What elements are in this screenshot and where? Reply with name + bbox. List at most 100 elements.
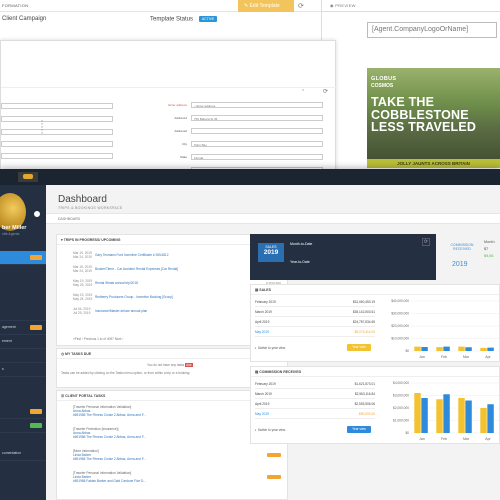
commission-value: $2,563,116.84: [354, 392, 375, 396]
sidebar-item-1[interactable]: [0, 307, 46, 321]
sidebar-item-2[interactable]: agement: [0, 321, 46, 335]
sales-switch-label: Switch to year view.: [257, 346, 286, 350]
sidebar-item-3[interactable]: ement: [0, 335, 46, 349]
address2-input[interactable]: [191, 128, 323, 134]
list-item[interactable]: [Traveler Personal Information Validatio…: [73, 471, 283, 483]
chart-bar[interactable]: [421, 347, 428, 351]
preview-header: ◉ PREVIEW: [322, 0, 500, 12]
y-tick-label: $3,000,000: [393, 394, 409, 398]
sidebar-badge: [30, 325, 42, 330]
sidebar-item-6[interactable]: [0, 405, 46, 419]
chart-bar[interactable]: [465, 400, 472, 434]
trip-title[interactable]: Booker/Tierre - Car Accident Rental Expe…: [95, 267, 178, 271]
x-tick-label: Mar: [463, 437, 470, 441]
chart-bar[interactable]: [443, 394, 450, 433]
address1-label: Address1: [174, 116, 187, 120]
commission-switch[interactable]: ◐ Switch to year view.: [255, 428, 286, 432]
chart-bar[interactable]: [480, 408, 487, 433]
portal-trip[interactable]: #691986 The Fitness Cruise 2 Abbas, Arma…: [73, 457, 283, 461]
city-input[interactable]: Palm Bay: [191, 141, 323, 147]
sales-year-value: 2019: [263, 249, 279, 256]
address-search-value: Enter address: [196, 104, 216, 108]
portal-trip[interactable]: #691986 Fabian Barker and Gabi Cardone F…: [73, 479, 283, 483]
y-tick-label: $10,000,000: [391, 337, 409, 341]
address-search-input[interactable]: ⌕ Enter address: [191, 102, 323, 108]
trip-dates: May 19, 2019 May 24, 2019: [73, 293, 93, 301]
sidebar-item-8[interactable]: cumentation: [0, 447, 46, 461]
x-tick-label: Feb: [441, 355, 447, 359]
address1-input[interactable]: 750 Bahara St 36: [191, 115, 323, 121]
tasks-hint: Tasks can be added by clicking on the Ta…: [61, 371, 190, 375]
commission-card: ▤ COMMISSION RECEIVED February 2019 $1,62…: [250, 366, 500, 444]
page-title: Dashboard: [58, 194, 107, 205]
commission-value: $2,553,506.06: [354, 402, 375, 406]
commission-month: April 2019: [255, 402, 270, 406]
page-subtitle: TRIPS & BOOKINGS WORKSPACE: [58, 206, 123, 210]
refresh-icon[interactable]: ⟳: [298, 2, 304, 10]
list-item[interactable]: [More information] Linda Barker #691986 Th…: [73, 449, 283, 461]
ad-brand-cosmos: COSMOS: [371, 83, 394, 89]
sales-year-view-button[interactable]: Year view: [347, 344, 371, 351]
sidebar-item-5[interactable]: s: [0, 363, 46, 377]
sidebar-item-0[interactable]: [0, 251, 46, 265]
left-field-1[interactable]: [1, 103, 113, 109]
trips-title: TRIPS IN PROGRESS/ UPCOMING: [63, 238, 121, 242]
chart-bar[interactable]: [487, 347, 494, 351]
ad-footer: JOLLY JAUNTS ACROSS BRITAIN: [367, 159, 500, 168]
table-row: February 2019 $1,621,873.01: [255, 381, 375, 389]
dashboard-window: ber Miller ntle Agents agement ement s c…: [0, 169, 500, 500]
refresh-icon[interactable]: ⟳: [323, 88, 328, 95]
chevron-up-icon[interactable]: ⌃: [301, 89, 305, 95]
trip-title[interactable]: Rental Whats annual trip/2018: [95, 281, 138, 285]
table-row: April 2019 $24,787,834.65: [255, 319, 375, 327]
trip-title[interactable]: Insurance/Master deluxe annual plan: [95, 309, 147, 313]
chart-bar[interactable]: [436, 347, 443, 351]
tasks-empty-text: You do not have any tasks: [147, 363, 185, 367]
chart-bar[interactable]: [414, 393, 421, 433]
user-role: ntle Agents: [2, 232, 20, 236]
commission-label: COMMISSION RECEIVED: [450, 243, 474, 251]
main-content: Dashboard TRIPS & BOOKINGS WORKSPACE DAS…: [46, 185, 500, 500]
chart-bar[interactable]: [458, 346, 465, 351]
settings-toggle-icon[interactable]: [33, 210, 41, 218]
client-campaign-label: Client Campaign: [2, 16, 47, 22]
chart-bar[interactable]: [436, 399, 443, 433]
sales-month: April 2019: [255, 320, 270, 324]
trip-title[interactable]: Gary Teomans Ford Incentive Certificate …: [95, 253, 168, 257]
sidebar-item-4[interactable]: [0, 349, 46, 363]
chart-bar[interactable]: [443, 346, 450, 351]
divider: [1, 87, 337, 88]
trips-pager[interactable]: «First ‹ Previous 1 to of 4097 Next ›: [73, 337, 123, 341]
chart-bar[interactable]: [487, 404, 494, 433]
ad-headline-line1: TAKE THE: [371, 95, 435, 109]
chart-bar[interactable]: [421, 398, 428, 433]
commission-value: $50,000.00: [359, 412, 375, 416]
table-row: April 2019 $2,553,506.06: [255, 401, 375, 409]
edit-template-button[interactable]: ✎ Edit Template: [238, 0, 294, 12]
state-select[interactable]: Florida: [191, 154, 323, 160]
refresh-icon[interactable]: ⟳: [422, 238, 430, 246]
chart-bar[interactable]: [458, 398, 465, 433]
sales-value: $24,787,834.65: [352, 320, 375, 324]
sales-value: $35,142,803.61: [352, 310, 375, 314]
trip-title[interactable]: Redberry Producers Group - Incentive Boo…: [95, 295, 173, 299]
sidebar-item-label: ement: [2, 339, 12, 343]
chart-bar[interactable]: [465, 347, 472, 351]
commission-value-2: $9,66: [484, 254, 494, 258]
commission-year-view-button[interactable]: Year view: [347, 426, 371, 433]
chart-bar[interactable]: [414, 346, 421, 351]
trip-dates: Jul 04, 2019 Jul 29, 2019: [73, 307, 91, 315]
ad-banner: GLOBUS COSMOS TAKE THE COBBLESTONE LESS …: [367, 68, 500, 168]
sales-switch[interactable]: ◐ Switch to year view.: [255, 346, 286, 350]
sidebar-item-7[interactable]: [0, 419, 46, 433]
status-badge: [267, 453, 281, 457]
table-row: February 2019 $31,060,453.19: [255, 299, 375, 307]
sales-value: $31,060,453.19: [352, 300, 375, 304]
left-field-5[interactable]: [1, 153, 113, 159]
sales-card: ▤ SALES February 2019 $31,060,453.19 Marc…: [250, 284, 500, 362]
left-field-4[interactable]: [1, 141, 113, 147]
chart-bar[interactable]: [480, 347, 487, 351]
x-tick-label: Apr: [485, 355, 491, 359]
table-row: May 2019 $50,000.00: [255, 411, 375, 419]
sidebar-badge: [30, 409, 42, 414]
